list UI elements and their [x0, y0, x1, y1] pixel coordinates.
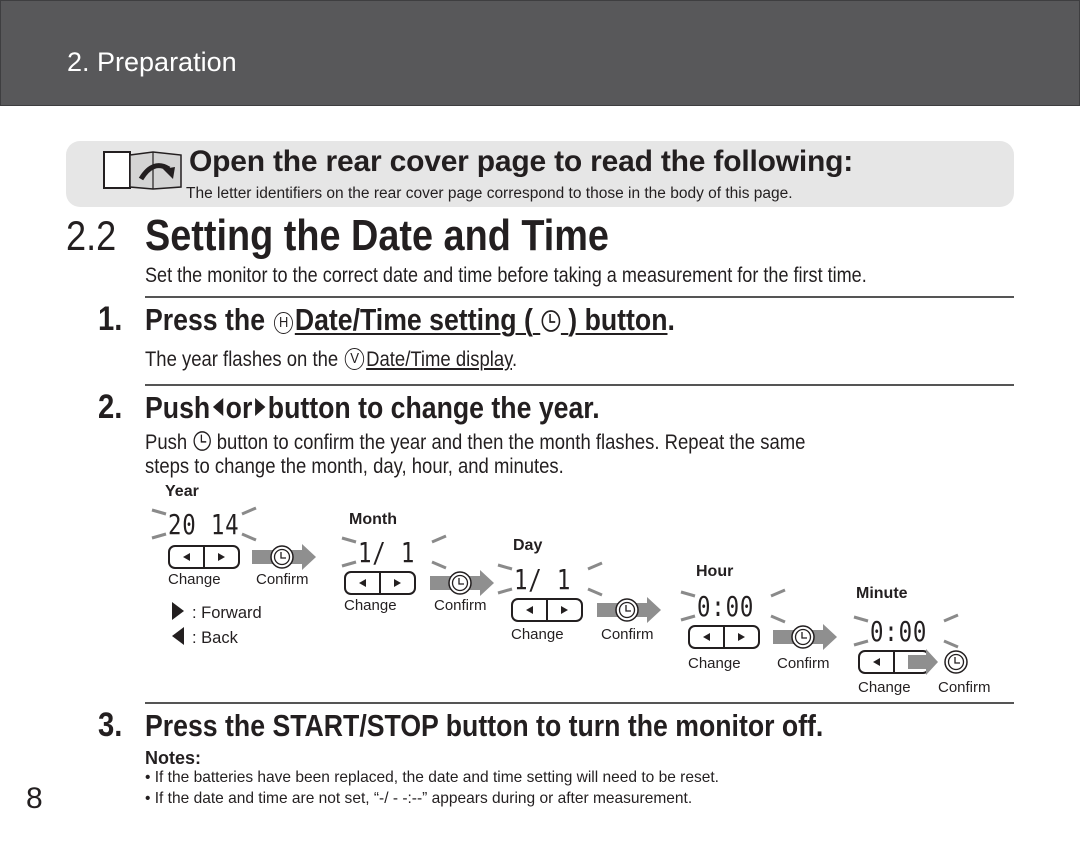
section-number: 2.2 — [66, 212, 117, 259]
callout-subtitle: The letter identifiers on the rear cover… — [186, 185, 793, 202]
back-arrow-icon — [172, 627, 184, 645]
note-item: • If the date and time are not set, “-/ … — [145, 790, 693, 807]
flash-indicator-icon — [341, 534, 447, 570]
flash-indicator-icon — [151, 506, 257, 542]
page-number: 8 — [26, 782, 43, 815]
flash-indicator-icon — [497, 561, 603, 597]
section-intro: Set the monitor to the correct date and … — [145, 264, 867, 287]
divider — [145, 384, 1014, 386]
chapter-header: 2. Preparation — [0, 0, 1080, 106]
confirm-button[interactable] — [430, 568, 500, 598]
step-3-title: Press the START/STOP button to turn the … — [145, 708, 824, 743]
change-caption: Change — [688, 655, 741, 672]
confirm-caption: Confirm — [938, 679, 991, 696]
section-title: Setting the Date and Time — [145, 211, 609, 260]
confirm-button[interactable] — [773, 622, 843, 652]
confirm-caption: Confirm — [434, 597, 487, 614]
stage-label: Year — [165, 483, 199, 500]
stage-label: Day — [513, 537, 543, 554]
legend-forward: : Forward — [172, 602, 262, 623]
forward-arrow-icon — [172, 602, 184, 620]
divider — [145, 296, 1014, 298]
left-arrow-icon — [212, 398, 224, 416]
confirm-button[interactable] — [940, 647, 1010, 677]
step-1-body: The year flashes on the V Date/Time displ… — [145, 348, 518, 371]
confirm-caption: Confirm — [256, 571, 309, 588]
chapter-title: 2. Preparation — [67, 47, 237, 77]
confirm-caption: Confirm — [601, 626, 654, 643]
date-time-setting-link: Date/Time setting ( ) button — [294, 302, 668, 337]
step-2-body: Push button to confirm the year and then… — [145, 431, 806, 478]
change-caption: Change — [344, 597, 397, 614]
rear-cover-callout: Open the rear cover page to read the fol… — [66, 141, 1014, 207]
confirm-button[interactable] — [252, 542, 322, 572]
open-book-icon — [103, 151, 182, 190]
stage-label: Month — [349, 511, 397, 528]
step-2-title: Push or button to change the year. — [145, 390, 600, 425]
change-buttons[interactable] — [688, 625, 760, 649]
divider — [145, 702, 1014, 704]
clock-icon — [541, 310, 560, 332]
change-caption: Change — [168, 571, 221, 588]
flash-indicator-icon — [680, 588, 786, 624]
step-3-number: 3. — [98, 706, 123, 744]
flash-indicator-icon — [853, 613, 959, 649]
date-time-display-link: Date/Time display — [366, 348, 513, 371]
right-arrow-icon — [254, 398, 266, 416]
change-buttons[interactable] — [344, 571, 416, 595]
note-item: • If the batteries have been replaced, t… — [145, 769, 719, 786]
change-caption: Change — [858, 679, 911, 696]
change-caption: Change — [511, 626, 564, 643]
change-buttons[interactable] — [168, 545, 240, 569]
notes-label: Notes: — [145, 748, 202, 768]
stage-label: Minute — [856, 585, 908, 602]
confirm-arrow-icon — [908, 649, 938, 675]
callout-title: Open the rear cover page to read the fol… — [189, 145, 854, 178]
clock-icon — [193, 431, 211, 451]
confirm-button[interactable] — [597, 595, 667, 625]
stage-label: Hour — [696, 563, 734, 580]
step-2-number: 2. — [98, 388, 123, 426]
step-1-title: Press the H Date/Time setting ( ) button. — [145, 302, 675, 337]
letter-h-badge: H — [274, 312, 294, 334]
confirm-caption: Confirm — [777, 655, 830, 672]
change-buttons[interactable] — [511, 598, 583, 622]
step-1-title-prefix: Press the — [145, 302, 266, 337]
letter-v-badge: V — [345, 348, 365, 370]
legend-back: : Back — [172, 627, 238, 648]
step-1-number: 1. — [98, 300, 123, 338]
